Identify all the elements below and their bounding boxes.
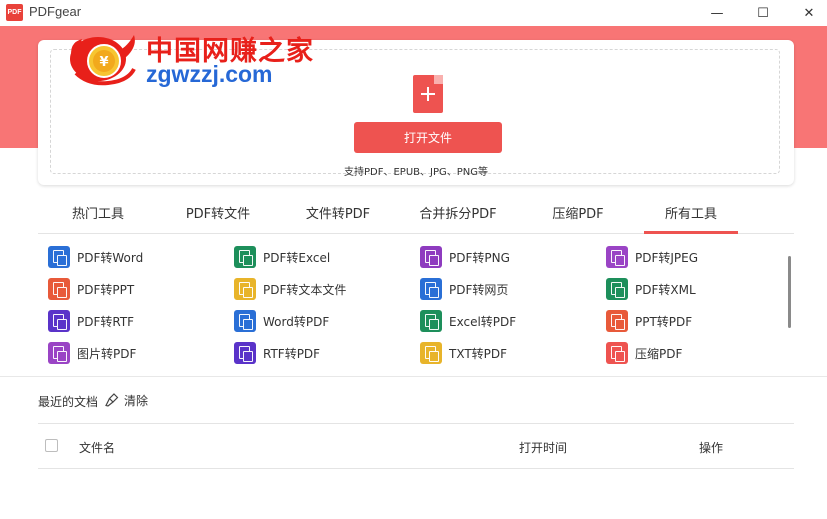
clear-recent-button[interactable]: 清除: [105, 391, 148, 409]
tool-item[interactable]: RTF转PDF: [234, 341, 320, 365]
recent-documents-label: 最近的文档: [38, 395, 99, 409]
column-header-filename[interactable]: 文件名: [79, 439, 115, 456]
minimize-button[interactable]: —: [694, 0, 740, 26]
tool-label: PDF转文本文件: [263, 282, 347, 297]
tab-compress-pdf[interactable]: 压缩PDF: [518, 192, 638, 232]
tool-label: PDF转RTF: [77, 314, 135, 329]
tool-item[interactable]: 图片转PDF: [48, 341, 136, 365]
tool-item[interactable]: PDF转PPT: [48, 277, 134, 301]
app-logo-icon: PDF: [6, 4, 23, 21]
pdf-to-rtf-icon: [48, 310, 70, 332]
svg-text:¥: ¥: [99, 55, 108, 70]
tool-item[interactable]: PDF转网页: [420, 277, 508, 301]
title-bar: PDF PDFgear — ☐ ✕: [0, 0, 827, 26]
tab-file-to-pdf[interactable]: 文件转PDF: [278, 192, 398, 232]
tool-label: PDF转JPEG: [635, 250, 699, 265]
pdf-to-text-icon: [234, 278, 256, 300]
tab-popular-tools[interactable]: 热门工具: [38, 192, 158, 232]
column-header-open-time[interactable]: 打开时间: [519, 439, 567, 456]
txt-to-pdf-icon: [420, 342, 442, 364]
tool-label: Word转PDF: [263, 314, 330, 329]
pdf-to-ppt-icon: [48, 278, 70, 300]
tool-item[interactable]: PDF转Excel: [234, 245, 330, 269]
tool-category-tabs: 热门工具 PDF转文件 文件转PDF 合并拆分PDF 压缩PDF 所有工具: [38, 192, 794, 234]
table-header-top-border: [38, 423, 794, 424]
watermark-coin-icon: ¥: [70, 35, 136, 86]
tool-item[interactable]: Excel转PDF: [420, 309, 516, 333]
tool-label: 图片转PDF: [77, 346, 137, 361]
table-header-bottom-border: [38, 468, 794, 469]
tool-label: PDF转XML: [635, 282, 696, 297]
watermark-url: zgwzzj.com: [146, 61, 273, 87]
compress-pdf-icon: [606, 342, 628, 364]
column-header-actions: 操作: [699, 441, 724, 455]
pdf-to-word-icon: [48, 246, 70, 268]
tab-pdf-to-file[interactable]: PDF转文件: [158, 192, 278, 232]
tool-label: 压缩PDF: [635, 346, 683, 361]
clear-label: 清除: [124, 393, 149, 408]
tool-item[interactable]: PPT转PDF: [606, 309, 692, 333]
tool-list-scrollbar[interactable]: [788, 256, 791, 328]
tab-all-tools[interactable]: 所有工具: [644, 192, 738, 234]
tool-label: PDF转Excel: [263, 250, 331, 265]
select-all-checkbox[interactable]: [45, 439, 58, 452]
tool-item[interactable]: PDF转Word: [48, 245, 143, 269]
tool-item[interactable]: PDF转JPEG: [606, 245, 698, 269]
pdf-to-xml-icon: [606, 278, 628, 300]
broom-icon: [105, 393, 119, 407]
word-to-pdf-icon: [234, 310, 256, 332]
pdf-to-png-icon: [420, 246, 442, 268]
tool-item[interactable]: PDF转RTF: [48, 309, 134, 333]
tool-item[interactable]: PDF转文本文件: [234, 277, 346, 301]
maximize-button[interactable]: ☐: [740, 0, 786, 26]
add-file-icon[interactable]: [413, 75, 443, 113]
tool-item[interactable]: 压缩PDF: [606, 341, 682, 365]
image-to-pdf-icon: [48, 342, 70, 364]
pdf-to-html-icon: [420, 278, 442, 300]
open-file-button[interactable]: 打开文件: [354, 122, 502, 153]
tool-label: RTF转PDF: [263, 346, 321, 361]
close-button[interactable]: ✕: [786, 0, 827, 26]
tool-label: PDF转PNG: [449, 250, 510, 265]
rtf-to-pdf-icon: [234, 342, 256, 364]
tool-item[interactable]: Word转PDF: [234, 309, 329, 333]
pdf-to-jpeg-icon: [606, 246, 628, 268]
tool-label: Excel转PDF: [449, 314, 517, 329]
supported-formats-text: 支持PDF、EPUB、JPG、PNG等: [344, 167, 488, 178]
tool-label: PDF转PPT: [77, 282, 135, 297]
tool-label: PDF转Word: [77, 250, 144, 265]
tool-item[interactable]: TXT转PDF: [420, 341, 507, 365]
pdf-to-excel-icon: [234, 246, 256, 268]
app-title: PDFgear: [29, 4, 82, 19]
tool-item[interactable]: PDF转XML: [606, 277, 696, 301]
section-divider: [0, 376, 827, 377]
watermark-logo: ¥ 中国网赚之家 zgwzzj.com: [66, 25, 316, 95]
tool-label: PPT转PDF: [635, 314, 693, 329]
excel-to-pdf-icon: [420, 310, 442, 332]
tab-merge-split-pdf[interactable]: 合并拆分PDF: [398, 192, 518, 232]
tool-label: PDF转网页: [449, 282, 509, 297]
tool-label: TXT转PDF: [449, 346, 508, 361]
ppt-to-pdf-icon: [606, 310, 628, 332]
tool-item[interactable]: PDF转PNG: [420, 245, 510, 269]
